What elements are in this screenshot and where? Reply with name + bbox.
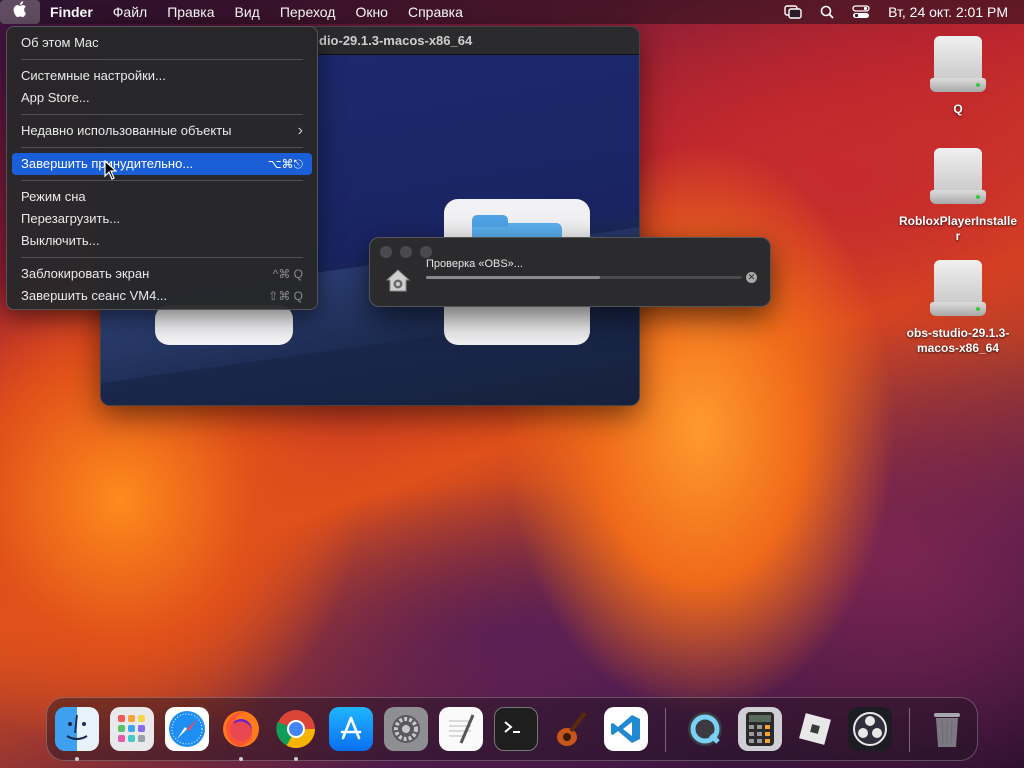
firefox-icon[interactable] [219,707,263,751]
textedit-icon[interactable] [439,707,483,751]
desktop-icon-label: Q [953,102,963,116]
menu-separator [21,59,303,60]
menu-bar: Finder Файл Правка Вид Переход Окно Спра… [0,0,1024,24]
menu-item-lock-screen[interactable]: Заблокировать экран ^⌘ Q [12,263,312,285]
minimize-window-button[interactable] [400,246,412,258]
menu-separator [21,257,303,258]
menu-item-system-settings[interactable]: Системные настройки... [12,65,312,87]
zoom-window-button[interactable] [420,246,432,258]
desktop-icon-label: RobloxPlayerInstaller [898,214,1018,243]
trash-icon[interactable] [925,707,969,751]
menu-window[interactable]: Окно [345,0,398,24]
menu-separator [21,180,303,181]
menu-finder[interactable]: Finder [40,0,103,24]
menu-separator [21,147,303,148]
window-controls [380,246,432,258]
menu-file[interactable]: Файл [103,0,157,24]
control-center-icon[interactable] [849,0,873,24]
menu-item-shut-down[interactable]: Выключить... [12,230,312,252]
verification-progress-dialog[interactable]: Проверка «OBS»... ✕ [369,237,771,307]
dock-separator [665,708,666,752]
dock [46,697,978,761]
house-icon [384,266,412,294]
menu-item-force-quit[interactable]: Завершить принудительно... ⌥⌘⎋ [12,153,312,175]
dock-separator [909,708,910,752]
shortcut-force-quit: ⌥⌘⎋ [267,157,303,171]
chrome-icon[interactable] [274,707,318,751]
apple-menu-button[interactable] [0,0,40,24]
vscode-icon[interactable] [604,707,648,751]
app-icon-tile[interactable] [155,305,293,345]
menu-item-log-out[interactable]: Завершить сеанс VM4... ⇧⌘ Q [12,285,312,307]
desktop-icon-label: obs-studio-29.1.3-macos-x86_64 [906,326,1010,355]
menu-item-app-store[interactable]: App Store... [12,87,312,109]
settings-icon[interactable] [384,707,428,751]
roblox-icon[interactable] [793,707,837,751]
menu-item-sleep[interactable]: Режим сна [12,186,312,208]
progress-bar [426,276,742,279]
calculator-icon[interactable] [738,707,782,751]
running-indicator [239,757,243,761]
menu-separator [21,114,303,115]
apple-icon [13,1,26,18]
progress-message: Проверка «OBS»... [426,258,523,270]
spotlight-search-icon[interactable] [815,0,839,24]
menu-item-restart[interactable]: Перезагрузить... [12,208,312,230]
desktop-icon-q[interactable]: Q [898,36,1018,117]
menu-item-about-mac[interactable]: Об этом Mac [12,32,312,54]
garageband-icon[interactable] [549,707,593,751]
close-circle-icon[interactable]: ✕ [746,272,757,283]
terminal-icon[interactable] [494,707,538,751]
app-store-icon[interactable] [329,707,373,751]
launchpad-icon[interactable] [110,707,154,751]
menubar-clock[interactable]: Вт, 24 окт. 2:01 PM [878,0,1024,24]
menu-help[interactable]: Справка [398,0,473,24]
chevron-right-icon: › [297,122,303,139]
quicktime-icon[interactable] [683,707,727,751]
finder-icon[interactable] [55,707,99,751]
menu-view[interactable]: Вид [225,0,270,24]
close-window-button[interactable] [380,246,392,258]
disk-image-icon [930,148,986,206]
menu-go[interactable]: Переход [270,0,346,24]
safari-icon[interactable] [165,707,209,751]
shortcut-lock-screen: ^⌘ Q [272,267,303,281]
shortcut-log-out: ⇧⌘ Q [268,289,303,303]
apple-menu-dropdown: Об этом Mac Системные настройки... App S… [6,26,318,310]
desktop-icon-obs-studio[interactable]: obs-studio-29.1.3-macos-x86_64 [898,260,1018,356]
running-indicator [294,757,298,761]
obs-icon[interactable] [848,707,892,751]
running-indicator [75,757,79,761]
mouse-cursor-icon [104,160,118,180]
menu-edit[interactable]: Правка [157,0,224,24]
desktop-icon-roblox-installer[interactable]: RobloxPlayerInstaller [898,148,1018,244]
screen-mirroring-icon[interactable] [781,0,805,24]
progress-bar-fill [426,276,600,279]
menu-item-recent-items[interactable]: Недавно использованные объекты › [12,120,312,142]
disk-image-icon [930,36,986,94]
disk-image-icon [930,260,986,318]
